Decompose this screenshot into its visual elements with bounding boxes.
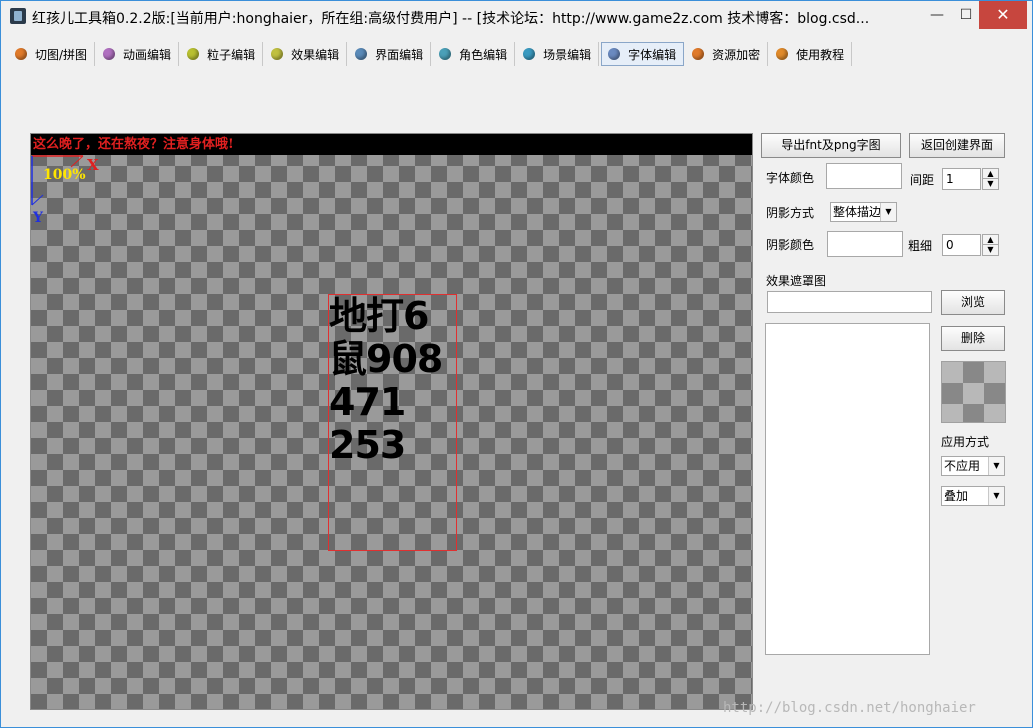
app-icon [10, 8, 26, 24]
shadow-mode-label: 阴影方式 [766, 206, 815, 220]
glyph-row: 地打6 [329, 294, 429, 338]
blue-ball-icon [608, 48, 621, 60]
tab-label: 资源加密 [712, 47, 761, 62]
glyph-row: 253 [329, 423, 406, 467]
axis-gizmo [31, 155, 84, 206]
close-button[interactable]: ✕ [979, 1, 1027, 29]
glyph-sheet[interactable]: 地打6 鼠908 471 253 [328, 294, 457, 551]
mask-preview-thumbnail [941, 361, 1006, 423]
tab-particle-editor[interactable]: 粒子编辑 [181, 42, 264, 66]
tab-label: 界面编辑 [375, 47, 424, 62]
mask-path-input[interactable] [767, 291, 932, 313]
spin-down-icon[interactable]: ▼ [983, 179, 998, 189]
shadow-color-label: 阴影颜色 [766, 238, 815, 252]
tab-label: 效果编辑 [291, 47, 340, 62]
canvas-banner: 这么晚了，还在熬夜？注意身体哦! [31, 134, 752, 155]
tab-scene-editor[interactable]: 场景编辑 [517, 42, 600, 66]
shadow-mode-select[interactable]: 整体描边 ▼ [830, 202, 897, 222]
tab-label: 动画编辑 [123, 47, 172, 62]
apply-mode-label: 应用方式 [941, 435, 990, 449]
shadow-mode-value: 整体描边 [833, 205, 882, 219]
orange-ball-icon [692, 48, 705, 60]
teal-ball-icon [439, 48, 452, 60]
module-toolbar: 切图/拼图 动画编辑 粒子编辑 效果编辑 界面编辑 角色编辑 场景编辑 字体编辑… [9, 41, 854, 67]
chevron-down-icon: ▼ [988, 457, 1004, 475]
tab-animation-editor[interactable]: 动画编辑 [97, 42, 180, 66]
orange-ball-icon [15, 48, 27, 60]
window-title: 红孩儿工具箱0.2.2版:[当前用户:honghaier，所在组:高级付费用户]… [32, 11, 870, 27]
app-window: 红孩儿工具箱0.2.2版:[当前用户:honghaier，所在组:高级付费用户]… [0, 0, 1033, 728]
browse-button[interactable]: 浏览 [941, 290, 1005, 315]
font-color-label: 字体颜色 [766, 171, 815, 185]
shadow-color-swatch[interactable] [827, 231, 903, 257]
tab-ui-editor[interactable]: 界面编辑 [349, 42, 432, 66]
glyph-row: 471 [329, 380, 406, 424]
spin-down-icon[interactable]: ▼ [983, 245, 998, 255]
apply-mode-value: 不应用 [944, 459, 981, 473]
tab-label: 角色编辑 [459, 47, 508, 62]
zoom-level: 100% [43, 167, 86, 183]
back-to-create-button[interactable]: 返回创建界面 [909, 133, 1005, 158]
blue-ball-icon [355, 48, 368, 60]
thickness-input[interactable]: 0 [942, 234, 981, 256]
glyph-row: 鼠908 [329, 337, 443, 381]
tab-label: 切图/拼图 [35, 47, 88, 62]
tab-label: 场景编辑 [543, 47, 592, 62]
spin-up-icon[interactable]: ▲ [983, 169, 998, 179]
delete-button[interactable]: 删除 [941, 326, 1005, 351]
y-axis-arrow [31, 194, 44, 206]
tab-resource-encrypt[interactable]: 资源加密 [686, 42, 769, 66]
maximize-button[interactable]: ☐ [951, 1, 981, 29]
tab-label: 使用教程 [796, 47, 845, 62]
spacing-input[interactable]: 1 [942, 168, 981, 190]
watermark: http://blog.csdn.net/honghaier [723, 700, 976, 716]
spin-up-icon[interactable]: ▲ [983, 235, 998, 245]
orange-ball-icon [776, 48, 789, 60]
tab-slice-pack[interactable]: 切图/拼图 [9, 42, 96, 66]
tab-font-editor[interactable]: 字体编辑 [601, 42, 685, 66]
tab-character-editor[interactable]: 角色编辑 [433, 42, 516, 66]
tab-label: 字体编辑 [628, 47, 677, 62]
x-axis-arrow [70, 155, 84, 168]
tab-tutorial[interactable]: 使用教程 [770, 42, 853, 66]
chevron-down-icon: ▼ [880, 203, 896, 221]
yellow-green-ball-icon [271, 48, 284, 60]
thickness-spinner[interactable]: ▲ ▼ [982, 234, 999, 256]
yellow-green-ball-icon [187, 48, 200, 60]
tab-effect-editor[interactable]: 效果编辑 [265, 42, 348, 66]
x-axis-label: X [87, 156, 99, 174]
title-bar[interactable]: 红孩儿工具箱0.2.2版:[当前用户:honghaier，所在组:高级付费用户]… [1, 1, 1032, 31]
thickness-label: 粗细 [908, 239, 933, 253]
spacing-spinner[interactable]: ▲ ▼ [982, 168, 999, 190]
spacing-label: 间距 [910, 173, 935, 187]
y-axis-label: Y [33, 210, 43, 226]
font-settings-panel: 导出fnt及png字图 返回创建界面 字体颜色 间距 1 ▲ ▼ 阴影方式 整体描… [761, 132, 1013, 712]
mask-image-label: 效果遮罩图 [766, 274, 827, 288]
blend-mode-value: 叠加 [944, 489, 969, 503]
minimize-button[interactable]: — [922, 1, 952, 29]
apply-mode-select[interactable]: 不应用 ▼ [941, 456, 1005, 476]
purple-ball-icon [103, 48, 116, 60]
tab-label: 粒子编辑 [207, 47, 256, 62]
mask-image-list[interactable] [765, 323, 930, 655]
font-preview-canvas[interactable]: 这么晚了，还在熬夜？注意身体哦! X 100% Y 地打6 鼠908 471 2… [30, 133, 753, 710]
chevron-down-icon: ▼ [988, 487, 1004, 505]
export-fnt-png-button[interactable]: 导出fnt及png字图 [761, 133, 901, 158]
font-color-swatch[interactable] [826, 163, 902, 189]
teal-ball-icon [523, 48, 536, 60]
blend-mode-select[interactable]: 叠加 ▼ [941, 486, 1005, 506]
